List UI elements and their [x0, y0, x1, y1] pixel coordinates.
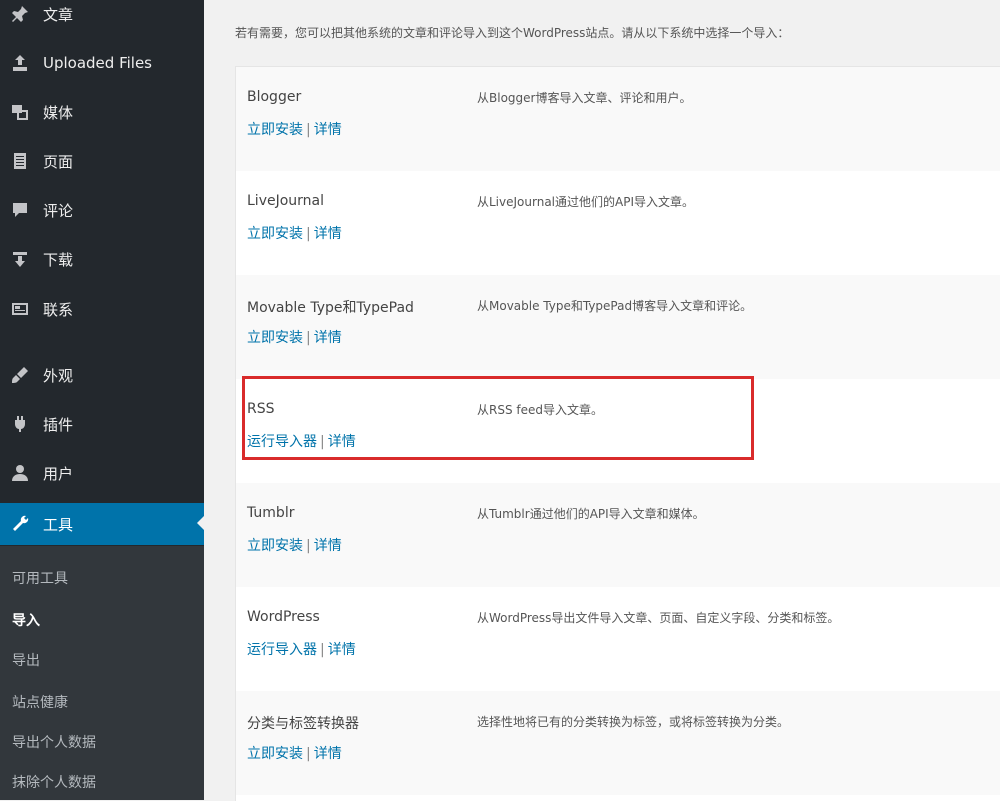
importer-name: Tumblr — [247, 505, 295, 521]
current-menu-arrow — [197, 515, 205, 531]
table-row: 分类与标签转换器 立即安装 | 详情 选择性地将已有的分类转换为标签，或将标签转换为… — [236, 691, 1000, 795]
table-row: Blogger 立即安装 | 详情 从Blogger博客导入文章、评论和用户。 — [236, 67, 1000, 171]
action-separator: | — [306, 746, 311, 762]
importer-actions: 立即安装 | 详情 — [247, 327, 342, 347]
install-now-link[interactable]: 立即安装 — [247, 746, 303, 762]
sidebar-item-label: 媒体 — [43, 103, 74, 122]
action-separator: | — [306, 330, 311, 346]
importer-actions: 立即安装 | 详情 — [247, 743, 342, 763]
importer-description: 从WordPress导出文件导入文章、页面、自定义字段、分类和标签。 — [477, 611, 840, 625]
importer-description: 从RSS feed导入文章。 — [477, 403, 603, 417]
importer-name: LiveJournal — [247, 193, 325, 209]
details-link[interactable]: 详情 — [314, 226, 342, 242]
submenu-item-available-tools[interactable]: 可用工具 — [12, 568, 68, 588]
run-importer-link[interactable]: 运行导入器 — [247, 434, 317, 450]
action-separator: | — [320, 642, 325, 658]
importer-description: 选择性地将已有的分类转换为标签，或将标签转换为分类。 — [477, 715, 790, 729]
sidebar-item-plugins[interactable]: 插件 — [0, 404, 204, 444]
details-link[interactable]: 详情 — [314, 122, 342, 138]
importer-actions: 运行导入器 | 详情 — [247, 431, 356, 451]
install-now-link[interactable]: 立即安装 — [247, 330, 303, 346]
importer-actions: 立即安装 | 详情 — [247, 223, 342, 243]
action-separator: | — [320, 434, 325, 450]
importer-description: 从LiveJournal通过他们的API导入文章。 — [477, 195, 694, 209]
details-link[interactable]: 详情 — [314, 746, 342, 762]
sidebar-item-uploaded-files[interactable]: Uploaded Files — [0, 43, 204, 83]
importer-name: RSS — [247, 401, 275, 417]
media-icon — [9, 101, 31, 123]
importer-name: Blogger — [247, 89, 302, 105]
importer-description: 从Movable Type和TypePad博客导入文章和评论。 — [477, 299, 753, 313]
tools-icon — [9, 513, 31, 535]
appearance-icon — [9, 364, 31, 386]
sidebar-item-label: 下载 — [43, 250, 74, 269]
sidebar-item-downloads[interactable]: 下载 — [0, 239, 204, 279]
sidebar-item-media[interactable]: 媒体 — [0, 92, 204, 132]
submenu-item-export-personal-data[interactable]: 导出个人数据 — [12, 732, 96, 752]
importer-name: WordPress — [247, 609, 320, 625]
page-icon — [9, 150, 31, 172]
details-link[interactable]: 详情 — [314, 538, 342, 554]
details-link[interactable]: 详情 — [328, 642, 356, 658]
submenu-item-import[interactable]: 导入 — [12, 610, 40, 630]
user-icon — [9, 462, 31, 484]
comment-icon — [9, 199, 31, 221]
sidebar-item-appearance[interactable]: 外观 — [0, 355, 204, 395]
admin-sidebar: 文章 Uploaded Files 媒体 页面 评论 下载 联系 外观 插件 用… — [0, 0, 205, 800]
sidebar-item-label: 工具 — [43, 515, 74, 534]
importer-name: 分类与标签转换器 — [247, 716, 359, 732]
sidebar-item-tools[interactable]: 工具 — [0, 503, 205, 545]
table-row: WordPress 运行导入器 | 详情 从WordPress导出文件导入文章、页面… — [236, 587, 1000, 691]
importer-actions: 立即安装 | 详情 — [247, 119, 342, 139]
table-row: RSS 运行导入器 | 详情 从RSS feed导入文章。 — [236, 379, 1000, 483]
importer-description: 从Tumblr通过他们的API导入文章和媒体。 — [477, 507, 705, 521]
sidebar-item-label: 插件 — [43, 415, 74, 434]
sidebar-item-users[interactable]: 用户 — [0, 453, 204, 493]
importer-actions: 运行导入器 | 详情 — [247, 639, 356, 659]
sidebar-item-label: 外观 — [43, 366, 74, 385]
import-intro-text: 若有需要，您可以把其他系统的文章和评论导入到这个WordPress站点。请从以下… — [235, 26, 790, 40]
action-separator: | — [306, 122, 311, 138]
importer-table: Blogger 立即安装 | 详情 从Blogger博客导入文章、评论和用户。 Li… — [235, 66, 1000, 801]
table-row: Tumblr 立即安装 | 详情 从Tumblr通过他们的API导入文章和媒体。 — [236, 483, 1000, 587]
install-now-link[interactable]: 立即安装 — [247, 122, 303, 138]
sidebar-item-posts[interactable]: 文章 — [0, 0, 204, 34]
contact-icon — [9, 298, 31, 320]
details-link[interactable]: 详情 — [314, 330, 342, 346]
plugin-icon — [9, 413, 31, 435]
submenu-item-export[interactable]: 导出 — [12, 650, 40, 670]
sidebar-item-contact[interactable]: 联系 — [0, 289, 204, 329]
importer-name: Movable Type和TypePad — [247, 300, 414, 316]
action-separator: | — [306, 538, 311, 554]
sidebar-item-comments[interactable]: 评论 — [0, 190, 204, 230]
submenu-item-site-health[interactable]: 站点健康 — [12, 692, 68, 712]
sidebar-item-label: 页面 — [43, 152, 74, 171]
install-now-link[interactable]: 立即安装 — [247, 538, 303, 554]
sidebar-item-label: Uploaded Files — [43, 54, 152, 72]
sidebar-item-pages[interactable]: 页面 — [0, 141, 204, 181]
install-now-link[interactable]: 立即安装 — [247, 226, 303, 242]
details-link[interactable]: 详情 — [328, 434, 356, 450]
importer-description: 从Blogger博客导入文章、评论和用户。 — [477, 91, 692, 105]
sidebar-item-label: 用户 — [43, 464, 74, 483]
importer-actions: 立即安装 | 详情 — [247, 535, 342, 555]
upload-icon — [9, 52, 31, 74]
table-row: Movable Type和TypePad 立即安装 | 详情 从Movable Ty… — [236, 275, 1000, 379]
download-icon — [9, 248, 31, 270]
action-separator: | — [306, 226, 311, 242]
sidebar-item-label: 联系 — [43, 300, 74, 319]
submenu-item-erase-personal-data[interactable]: 抹除个人数据 — [12, 772, 96, 792]
tools-submenu: 可用工具 导入 导出 站点健康 导出个人数据 抹除个人数据 — [0, 546, 204, 800]
run-importer-link[interactable]: 运行导入器 — [247, 642, 317, 658]
table-row: LiveJournal 立即安装 | 详情 从LiveJournal通过他们的API… — [236, 171, 1000, 275]
sidebar-item-label: 评论 — [43, 201, 74, 220]
sidebar-item-label: 文章 — [43, 5, 74, 24]
pin-icon — [9, 3, 31, 25]
